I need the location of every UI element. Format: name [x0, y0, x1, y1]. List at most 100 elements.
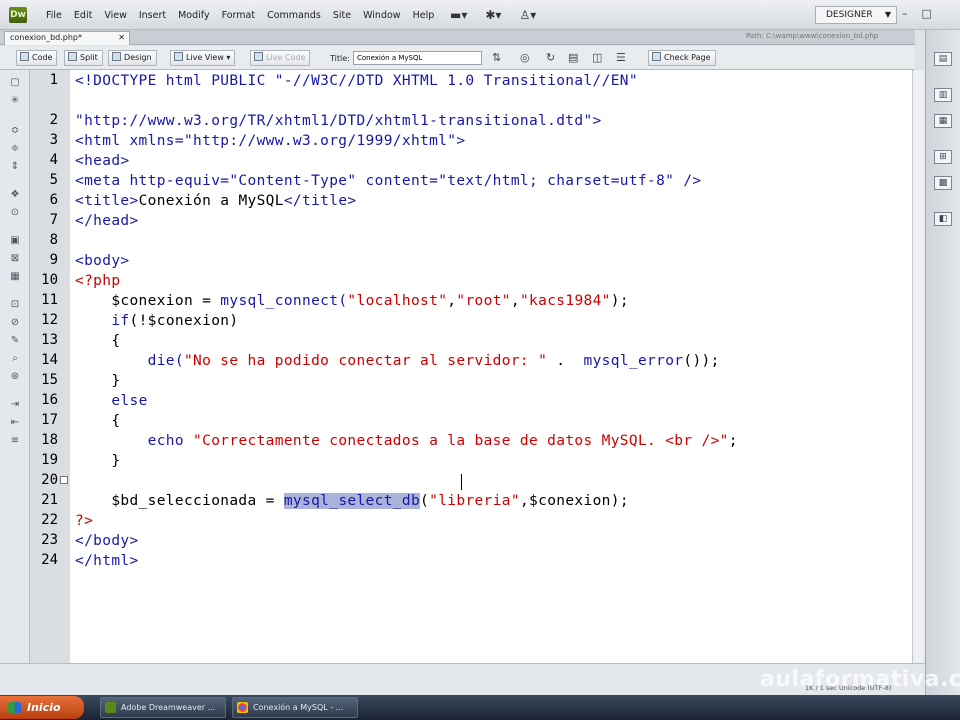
line-number: 8 [49, 232, 58, 248]
menu-window[interactable]: Window [357, 10, 406, 21]
document-tab[interactable]: conexion_bd.php* ✕ [4, 31, 130, 45]
split-view-label: Split [80, 53, 98, 62]
snippets-icon[interactable]: ◧ [934, 212, 952, 226]
close-icon[interactable]: ✕ [118, 32, 125, 44]
indent-icon[interactable]: ⇥ [9, 400, 21, 410]
globe-icon [174, 52, 183, 61]
validate-icon[interactable]: ☰ [616, 51, 626, 64]
menu-bar: Dw File Edit View Insert Modify Format C… [0, 0, 960, 30]
minimize-button[interactable]: – [902, 7, 908, 20]
expand-all-icon[interactable]: ⇕ [9, 162, 21, 172]
code-fold-marker[interactable] [60, 476, 68, 484]
code-token: <?php [75, 273, 121, 289]
split-view-button[interactable]: Split [64, 50, 103, 66]
show-code-navigator-icon[interactable]: ✳ [9, 96, 21, 106]
editor-vertical-scrollbar[interactable] [912, 70, 924, 663]
ap-elements-icon[interactable]: ▦ [934, 114, 952, 128]
status-info: 1K / 1 sec Unicode (UTF-8) [805, 684, 892, 692]
apply-comment-icon[interactable]: ⊡ [9, 300, 21, 310]
outdent-icon[interactable]: ⇤ [9, 418, 21, 428]
layout-icon[interactable]: ▬▾ [450, 8, 467, 22]
title-label: Title: [330, 54, 350, 63]
line-number: 19 [41, 452, 58, 468]
code-token: } [75, 373, 121, 389]
code-line: $conexion = mysql_connect("localhost","r… [75, 291, 629, 311]
line-number: 14 [41, 352, 58, 368]
menu-edit[interactable]: Edit [68, 10, 98, 21]
taskbar-browser-label: Conexión a MySQL - ... [253, 703, 344, 712]
live-view-button[interactable]: Live View ▾ [170, 50, 236, 66]
code-view-button[interactable]: Code [16, 50, 58, 66]
document-tab-bar: conexion_bd.php* ✕ Path: C:\wamp\www\con… [0, 30, 915, 45]
syntax-error-icon[interactable]: ▦ [9, 272, 21, 282]
check-page-button[interactable]: Check Page [648, 50, 716, 66]
code-token: "Correctamente conectados a la base de d… [183, 433, 729, 449]
recent-snippets-icon[interactable]: ⌕ [9, 354, 21, 364]
menu-insert[interactable]: Insert [133, 10, 172, 21]
collapse-tag-icon[interactable]: ≎ [9, 126, 21, 136]
line-number: 2 [49, 112, 58, 128]
code-token: ?> [75, 513, 94, 529]
format-source-icon[interactable]: ≡ [9, 436, 21, 446]
extend-gear-icon[interactable]: ✱▾ [485, 8, 501, 22]
refresh-icon[interactable]: ↻ [546, 51, 555, 64]
taskbar-dreamweaver-label: Adobe Dreamweaver ... [121, 703, 216, 712]
line-number: 20 [41, 472, 58, 488]
remove-comment-icon[interactable]: ⊘ [9, 318, 21, 328]
code-token: <meta http-equiv="Content-Type" content=… [75, 173, 702, 189]
design-view-button[interactable]: Design [108, 50, 157, 66]
code-line: die("No se ha podido conectar al servido… [75, 351, 720, 371]
menu-modify[interactable]: Modify [172, 10, 215, 21]
maximize-button[interactable]: □ [922, 7, 932, 20]
code-token: ,$conexion); [519, 493, 629, 509]
code-token: "libreria" [429, 493, 520, 509]
highlight-invalid-icon[interactable]: ⊠ [9, 254, 21, 264]
collapse-selection-icon[interactable]: ≑ [9, 144, 21, 154]
window-controls: – □ [902, 7, 932, 20]
line-number: 17 [41, 412, 58, 428]
taskbar-dreamweaver[interactable]: Adobe Dreamweaver ... [100, 697, 226, 718]
code-token: ); [610, 293, 629, 309]
code-line: <?php [75, 271, 120, 291]
menu-format[interactable]: Format [216, 10, 261, 21]
code-token: <title> [75, 193, 139, 209]
line-number: 9 [49, 252, 58, 268]
dreamweaver-logo: Dw [9, 7, 27, 23]
css-styles-icon[interactable]: ▥ [934, 88, 952, 102]
files-panel-icon[interactable]: ⊞ [934, 150, 952, 164]
preview-browser-icon[interactable]: ◎ [520, 51, 530, 64]
file-management-icon[interactable]: ⇅ [492, 51, 501, 64]
line-numbers-icon[interactable]: ▣ [9, 236, 21, 246]
open-documents-icon[interactable]: ▢ [9, 78, 21, 88]
start-button[interactable]: Inicio [0, 696, 84, 719]
code-token: (!$conexion) [129, 313, 239, 329]
menu-commands[interactable]: Commands [261, 10, 327, 21]
live-code-button[interactable]: Live Code [250, 50, 311, 66]
select-parent-tag-icon[interactable]: ❖ [9, 190, 21, 200]
code-token: { [75, 333, 121, 349]
view-options-icon[interactable]: ▤ [568, 51, 578, 64]
workspace-switcher[interactable]: DESIGNER ▼ [815, 6, 897, 24]
line-number: 3 [49, 132, 58, 148]
taskbar-browser[interactable]: Conexión a MySQL - ... [232, 697, 358, 718]
balance-braces-icon[interactable]: ⊙ [9, 208, 21, 218]
move-css-icon[interactable]: ⊛ [9, 372, 21, 382]
workspace-label: DESIGNER [826, 10, 873, 20]
check-page-icon [652, 52, 661, 61]
menu-help[interactable]: Help [407, 10, 441, 21]
visual-aids-icon[interactable]: ◫ [592, 51, 602, 64]
wrap-tag-icon[interactable]: ✎ [9, 336, 21, 346]
menu-site[interactable]: Site [327, 10, 357, 21]
code-token: <!DOCTYPE html PUBLIC "-//W3C//DTD XHTML… [75, 73, 638, 89]
code-token: } [75, 453, 121, 469]
insert-panel-icon[interactable]: ▤ [934, 52, 952, 66]
menu-view[interactable]: View [98, 10, 133, 21]
site-icon[interactable]: ♙▾ [519, 8, 536, 22]
assets-panel-icon[interactable]: ▩ [934, 176, 952, 190]
menu-file[interactable]: File [40, 10, 68, 21]
page-title-input[interactable] [353, 51, 482, 65]
document-toolbar: Code Split Design Live View ▾ Live Code … [0, 46, 915, 70]
chevron-down-icon: ▼ [884, 10, 891, 19]
